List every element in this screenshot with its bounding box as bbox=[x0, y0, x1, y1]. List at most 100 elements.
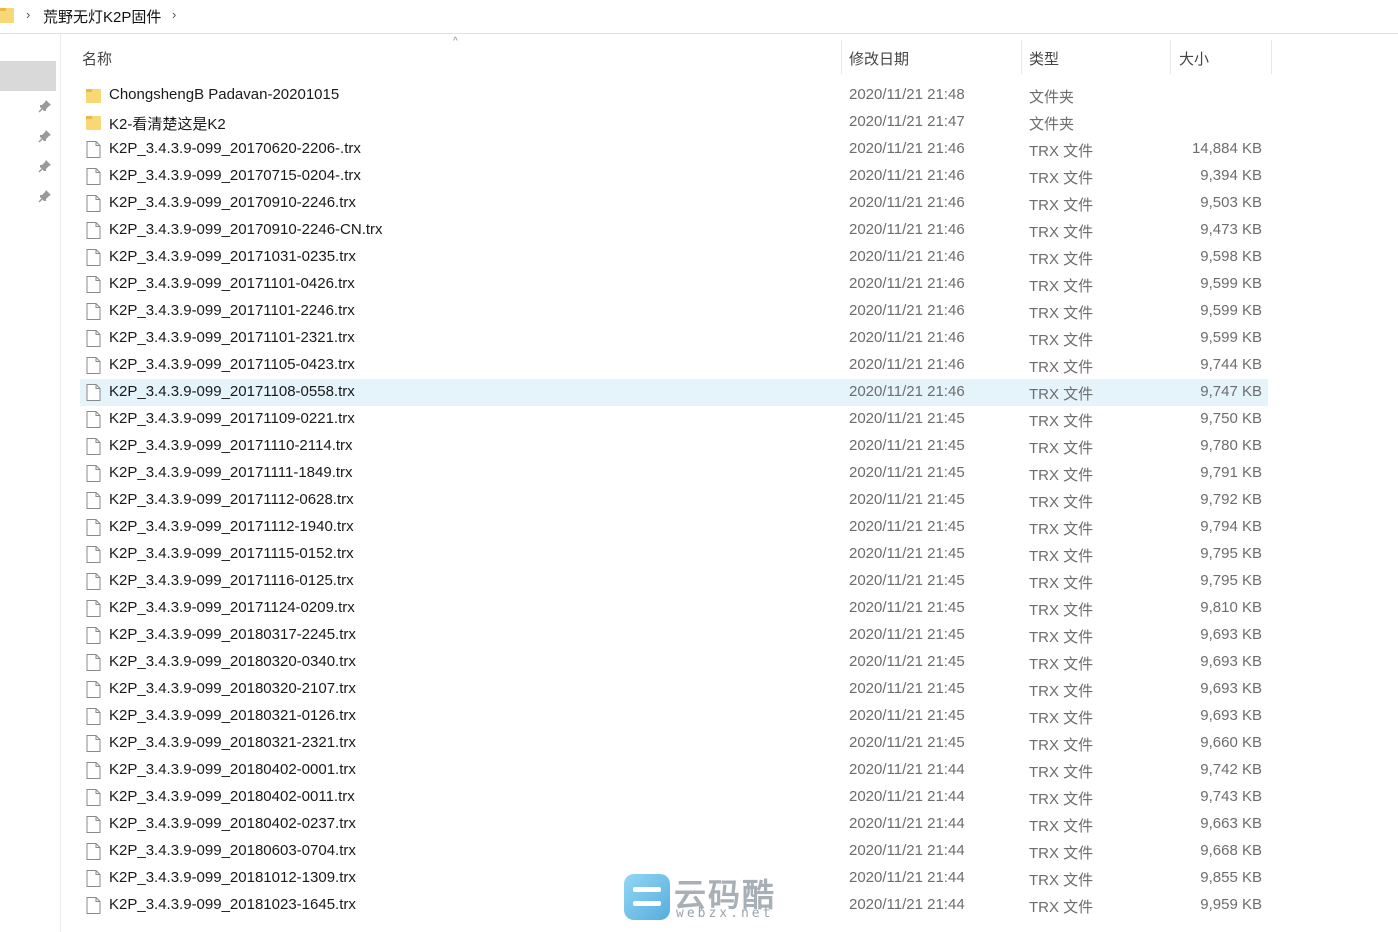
file-row[interactable]: K2P_3.4.3.9-099_20171115-0152.trx 2020/11… bbox=[80, 541, 1268, 568]
column-header-date[interactable]: 修改日期 bbox=[849, 48, 909, 69]
file-name[interactable]: K2P_3.4.3.9-099_20180320-2107.trx bbox=[109, 680, 356, 697]
file-row[interactable]: K2P_3.4.3.9-099_20170620-2206-.trx 2020/1… bbox=[80, 136, 1268, 163]
file-name[interactable]: K2P_3.4.3.9-099_20180320-0340.trx bbox=[109, 653, 356, 670]
file-name[interactable]: K2P_3.4.3.9-099_20171110-2114.trx bbox=[109, 437, 353, 454]
file-row[interactable]: K2P_3.4.3.9-099_20180603-0704.trx 2020/11… bbox=[80, 838, 1268, 865]
file-row[interactable]: K2P_3.4.3.9-099_20180321-0126.trx 2020/11… bbox=[80, 703, 1268, 730]
nav-selected-item[interactable] bbox=[0, 61, 56, 91]
file-name[interactable]: K2P_3.4.3.9-099_20171109-0221.trx bbox=[109, 410, 355, 427]
file-name[interactable]: K2P_3.4.3.9-099_20171116-0125.trx bbox=[109, 572, 354, 589]
file-type: TRX 文件 bbox=[1029, 440, 1094, 457]
file-row[interactable]: K2P_3.4.3.9-099_20171112-1940.trx 2020/11… bbox=[80, 514, 1268, 541]
file-name[interactable]: K2P_3.4.3.9-099_20171112-1940.trx bbox=[109, 518, 354, 535]
column-divider[interactable] bbox=[1021, 40, 1022, 74]
file-modified-date: 2020/11/21 21:44 bbox=[849, 815, 965, 832]
file-row[interactable]: K2P_3.4.3.9-099_20180320-2107.trx 2020/11… bbox=[80, 676, 1268, 703]
file-row[interactable]: K2P_3.4.3.9-099_20170715-0204-.trx 2020/1… bbox=[80, 163, 1268, 190]
column-divider[interactable] bbox=[1271, 40, 1272, 74]
breadcrumb-expand-chevron-icon[interactable]: › bbox=[172, 7, 176, 22]
file-name[interactable]: K2P_3.4.3.9-099_20171031-0235.trx bbox=[109, 248, 356, 265]
file-type: TRX 文件 bbox=[1029, 683, 1094, 700]
file-row[interactable]: K2P_3.4.3.9-099_20171111-1849.trx 2020/11… bbox=[80, 460, 1268, 487]
file-icon bbox=[86, 843, 101, 860]
file-row[interactable]: K2P_3.4.3.9-099_20171031-0235.trx 2020/11… bbox=[80, 244, 1268, 271]
file-name[interactable]: K2P_3.4.3.9-099_20171124-0209.trx bbox=[109, 599, 355, 616]
file-icon bbox=[86, 357, 101, 374]
file-row[interactable]: K2P_3.4.3.9-099_20170910-2246.trx 2020/11… bbox=[80, 190, 1268, 217]
folder-row[interactable]: ChongshengB Padavan-20201015 2020/11/21 2… bbox=[80, 82, 1268, 109]
column-divider[interactable] bbox=[1170, 40, 1171, 74]
file-name[interactable]: K2P_3.4.3.9-099_20180321-0126.trx bbox=[109, 707, 356, 724]
pin-icon[interactable] bbox=[38, 99, 52, 113]
file-name[interactable]: K2P_3.4.3.9-099_20170910-2246-CN.trx bbox=[109, 221, 383, 238]
file-size: 9,660 KB bbox=[1200, 734, 1262, 751]
file-name[interactable]: K2P_3.4.3.9-099_20171105-0423.trx bbox=[109, 356, 355, 373]
file-name[interactable]: K2P_3.4.3.9-099_20180402-0011.trx bbox=[109, 788, 355, 805]
file-name[interactable]: K2P_3.4.3.9-099_20171101-2246.trx bbox=[109, 302, 355, 319]
file-row[interactable]: K2P_3.4.3.9-099_20180320-0340.trx 2020/11… bbox=[80, 649, 1268, 676]
file-type: TRX 文件 bbox=[1029, 197, 1094, 214]
file-name[interactable]: K2P_3.4.3.9-099_20171101-2321.trx bbox=[109, 329, 355, 346]
file-name[interactable]: K2-看清楚这是K2 bbox=[109, 113, 226, 134]
file-row[interactable]: K2P_3.4.3.9-099_20180317-2245.trx 2020/11… bbox=[80, 622, 1268, 649]
column-header-type[interactable]: 类型 bbox=[1029, 48, 1059, 69]
column-divider[interactable] bbox=[841, 40, 842, 74]
folder-row[interactable]: K2-看清楚这是K2 2020/11/21 21:47 文件夹 bbox=[80, 109, 1268, 136]
file-row[interactable]: K2P_3.4.3.9-099_20171109-0221.trx 2020/11… bbox=[80, 406, 1268, 433]
address-bar[interactable]: › 荒野无灯K2P固件 › bbox=[0, 0, 1398, 34]
file-modified-date: 2020/11/21 21:48 bbox=[849, 86, 965, 103]
file-row[interactable]: K2P_3.4.3.9-099_20171124-0209.trx 2020/11… bbox=[80, 595, 1268, 622]
file-row[interactable]: K2P_3.4.3.9-099_20171116-0125.trx 2020/11… bbox=[80, 568, 1268, 595]
file-row[interactable]: K2P_3.4.3.9-099_20171110-2114.trx 2020/11… bbox=[80, 433, 1268, 460]
file-icon bbox=[86, 222, 101, 239]
file-name[interactable]: K2P_3.4.3.9-099_20180402-0237.trx bbox=[109, 815, 356, 832]
file-row[interactable]: K2P_3.4.3.9-099_20171112-0628.trx 2020/11… bbox=[80, 487, 1268, 514]
file-size: 9,780 KB bbox=[1200, 437, 1262, 454]
breadcrumb-chevron-icon[interactable]: › bbox=[26, 7, 30, 22]
file-modified-date: 2020/11/21 21:44 bbox=[849, 788, 965, 805]
file-name[interactable]: K2P_3.4.3.9-099_20171112-0628.trx bbox=[109, 491, 354, 508]
file-name[interactable]: K2P_3.4.3.9-099_20170715-0204-.trx bbox=[109, 167, 361, 184]
file-name[interactable]: K2P_3.4.3.9-099_20171101-0426.trx bbox=[109, 275, 355, 292]
file-name[interactable]: K2P_3.4.3.9-099_20180603-0704.trx bbox=[109, 842, 356, 859]
pin-icon[interactable] bbox=[38, 189, 52, 203]
file-size: 9,668 KB bbox=[1200, 842, 1262, 859]
file-name[interactable]: K2P_3.4.3.9-099_20180402-0001.trx bbox=[109, 761, 356, 778]
column-header-size[interactable]: 大小 bbox=[1179, 48, 1209, 69]
file-modified-date: 2020/11/21 21:45 bbox=[849, 572, 965, 589]
file-size: 9,473 KB bbox=[1200, 221, 1262, 238]
file-name[interactable]: K2P_3.4.3.9-099_20171111-1849.trx bbox=[109, 464, 353, 481]
column-header-name[interactable]: 名称 bbox=[82, 48, 112, 69]
file-icon bbox=[86, 492, 101, 509]
file-name[interactable]: K2P_3.4.3.9-099_20171108-0558.trx bbox=[109, 383, 355, 400]
file-name[interactable]: K2P_3.4.3.9-099_20180321-2321.trx bbox=[109, 734, 356, 751]
breadcrumb-current-folder[interactable]: 荒野无灯K2P固件 bbox=[43, 6, 161, 27]
file-row[interactable]: K2P_3.4.3.9-099_20181023-1645.trx 2020/11… bbox=[80, 892, 1268, 919]
file-row[interactable]: K2P_3.4.3.9-099_20171101-0426.trx 2020/11… bbox=[80, 271, 1268, 298]
file-icon bbox=[86, 627, 101, 644]
file-row[interactable]: K2P_3.4.3.9-099_20171108-0558.trx 2020/11… bbox=[80, 379, 1268, 406]
file-name[interactable]: ChongshengB Padavan-20201015 bbox=[109, 86, 339, 103]
file-name[interactable]: K2P_3.4.3.9-099_20170620-2206-.trx bbox=[109, 140, 361, 157]
file-row[interactable]: K2P_3.4.3.9-099_20171101-2321.trx 2020/11… bbox=[80, 325, 1268, 352]
file-icon bbox=[86, 438, 101, 455]
file-name[interactable]: K2P_3.4.3.9-099_20170910-2246.trx bbox=[109, 194, 356, 211]
file-name[interactable]: K2P_3.4.3.9-099_20171115-0152.trx bbox=[109, 545, 354, 562]
file-name[interactable]: K2P_3.4.3.9-099_20181012-1309.trx bbox=[109, 869, 356, 886]
file-type: TRX 文件 bbox=[1029, 575, 1094, 592]
file-row[interactable]: K2P_3.4.3.9-099_20171101-2246.trx 2020/11… bbox=[80, 298, 1268, 325]
file-icon bbox=[86, 600, 101, 617]
pin-icon[interactable] bbox=[38, 129, 52, 143]
pin-icon[interactable] bbox=[38, 159, 52, 173]
file-row[interactable]: K2P_3.4.3.9-099_20171105-0423.trx 2020/11… bbox=[80, 352, 1268, 379]
file-icon bbox=[86, 465, 101, 482]
file-row[interactable]: K2P_3.4.3.9-099_20180402-0001.trx 2020/11… bbox=[80, 757, 1268, 784]
file-row[interactable]: K2P_3.4.3.9-099_20180402-0011.trx 2020/11… bbox=[80, 784, 1268, 811]
file-name[interactable]: K2P_3.4.3.9-099_20180317-2245.trx bbox=[109, 626, 356, 643]
file-name[interactable]: K2P_3.4.3.9-099_20181023-1645.trx bbox=[109, 896, 356, 913]
file-row[interactable]: K2P_3.4.3.9-099_20180321-2321.trx 2020/11… bbox=[80, 730, 1268, 757]
file-row[interactable]: K2P_3.4.3.9-099_20170910-2246-CN.trx 2020… bbox=[80, 217, 1268, 244]
file-row[interactable]: K2P_3.4.3.9-099_20181012-1309.trx 2020/11… bbox=[80, 865, 1268, 892]
file-icon bbox=[86, 249, 101, 266]
file-row[interactable]: K2P_3.4.3.9-099_20180402-0237.trx 2020/11… bbox=[80, 811, 1268, 838]
